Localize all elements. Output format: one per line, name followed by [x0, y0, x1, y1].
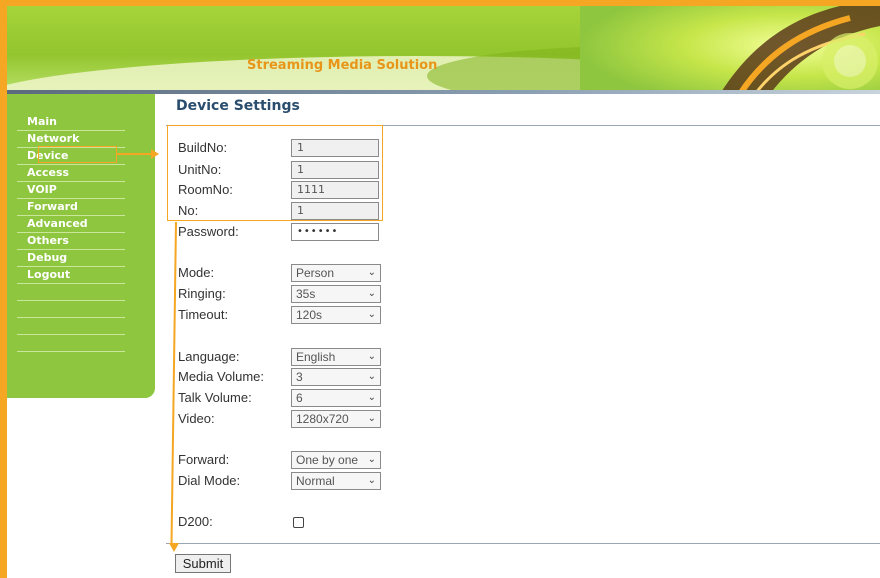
sidebar-item-forward[interactable]: Forward: [17, 199, 125, 216]
id-fields-highlight-box: [167, 125, 383, 221]
mode-value: Person: [296, 266, 335, 280]
media-volume-select[interactable]: 3 ⌄: [291, 368, 381, 386]
forward-select[interactable]: One by one ⌄: [291, 451, 381, 469]
d200-label: D200:: [178, 514, 213, 529]
video-value: 1280x720: [296, 412, 349, 426]
frame-left-border: [0, 0, 7, 578]
language-select[interactable]: English ⌄: [291, 348, 381, 366]
forward-value: One by one: [296, 453, 359, 467]
submit-button[interactable]: Submit: [175, 554, 231, 573]
chevron-down-icon: ⌄: [367, 351, 376, 362]
mode-select[interactable]: Person ⌄: [291, 264, 381, 282]
sidebar-empty-slot: [17, 301, 125, 318]
chevron-down-icon: ⌄: [367, 454, 376, 465]
sidebar-item-logout[interactable]: Logout: [17, 267, 125, 284]
sidebar-item-debug[interactable]: Debug: [17, 250, 125, 267]
sidebar: Main Network Device Access VOIP Forward …: [7, 94, 155, 398]
sidebar-empty-slot: [17, 318, 125, 335]
chevron-down-icon: ⌄: [367, 288, 376, 299]
media-volume-label: Media Volume:: [178, 369, 264, 384]
talk-volume-label: Talk Volume:: [178, 390, 252, 405]
chevron-down-icon: ⌄: [367, 413, 376, 424]
talk-volume-select[interactable]: 6 ⌄: [291, 389, 381, 407]
bottom-divider: [166, 543, 880, 544]
timeout-select[interactable]: 120s ⌄: [291, 306, 381, 324]
language-value: English: [296, 350, 336, 364]
sidebar-empty-slot: [17, 284, 125, 301]
timeout-value: 120s: [296, 308, 323, 322]
ringing-label: Ringing:: [178, 286, 226, 301]
arrow-head-icon: [169, 543, 179, 552]
chevron-down-icon: ⌄: [367, 392, 376, 403]
banner-title: Streaming Media Solution: [247, 58, 438, 73]
video-select[interactable]: 1280x720 ⌄: [291, 410, 381, 428]
ringing-value: 35s: [296, 287, 316, 301]
chevron-down-icon: ⌄: [367, 267, 376, 278]
device-arrow-icon: [117, 149, 159, 159]
dial-mode-select[interactable]: Normal ⌄: [291, 472, 381, 490]
language-label: Language:: [178, 349, 240, 364]
d200-checkbox[interactable]: [293, 517, 304, 528]
sidebar-item-voip[interactable]: VOIP: [17, 182, 125, 199]
sidebar-item-main[interactable]: Main: [17, 114, 125, 131]
video-label: Video:: [178, 411, 215, 426]
chevron-down-icon: ⌄: [367, 475, 376, 486]
dial-mode-label: Dial Mode:: [178, 473, 241, 488]
password-input[interactable]: ••••••: [291, 223, 379, 241]
forward-label: Forward:: [178, 452, 230, 467]
timeout-label: Timeout:: [178, 307, 229, 322]
mode-label: Mode:: [178, 265, 215, 280]
sidebar-item-access[interactable]: Access: [17, 165, 125, 182]
submit-arrow-icon: [170, 221, 177, 546]
header-banner: Streaming Media Solution: [7, 6, 880, 94]
chevron-down-icon: ⌄: [367, 309, 376, 320]
chevron-down-icon: ⌄: [367, 371, 376, 382]
media-volume-value: 3: [296, 370, 303, 384]
sidebar-item-others[interactable]: Others: [17, 233, 125, 250]
banner-art-icon: [580, 6, 880, 94]
sidebar-item-advanced[interactable]: Advanced: [17, 216, 125, 233]
ringing-select[interactable]: 35s ⌄: [291, 285, 381, 303]
password-label: Password:: [178, 224, 239, 239]
page-title: Device Settings: [176, 98, 300, 114]
sidebar-empty-slot: [17, 335, 125, 352]
dial-mode-value: Normal: [296, 474, 335, 488]
talk-volume-value: 6: [296, 391, 303, 405]
device-highlight-box: [38, 146, 117, 163]
